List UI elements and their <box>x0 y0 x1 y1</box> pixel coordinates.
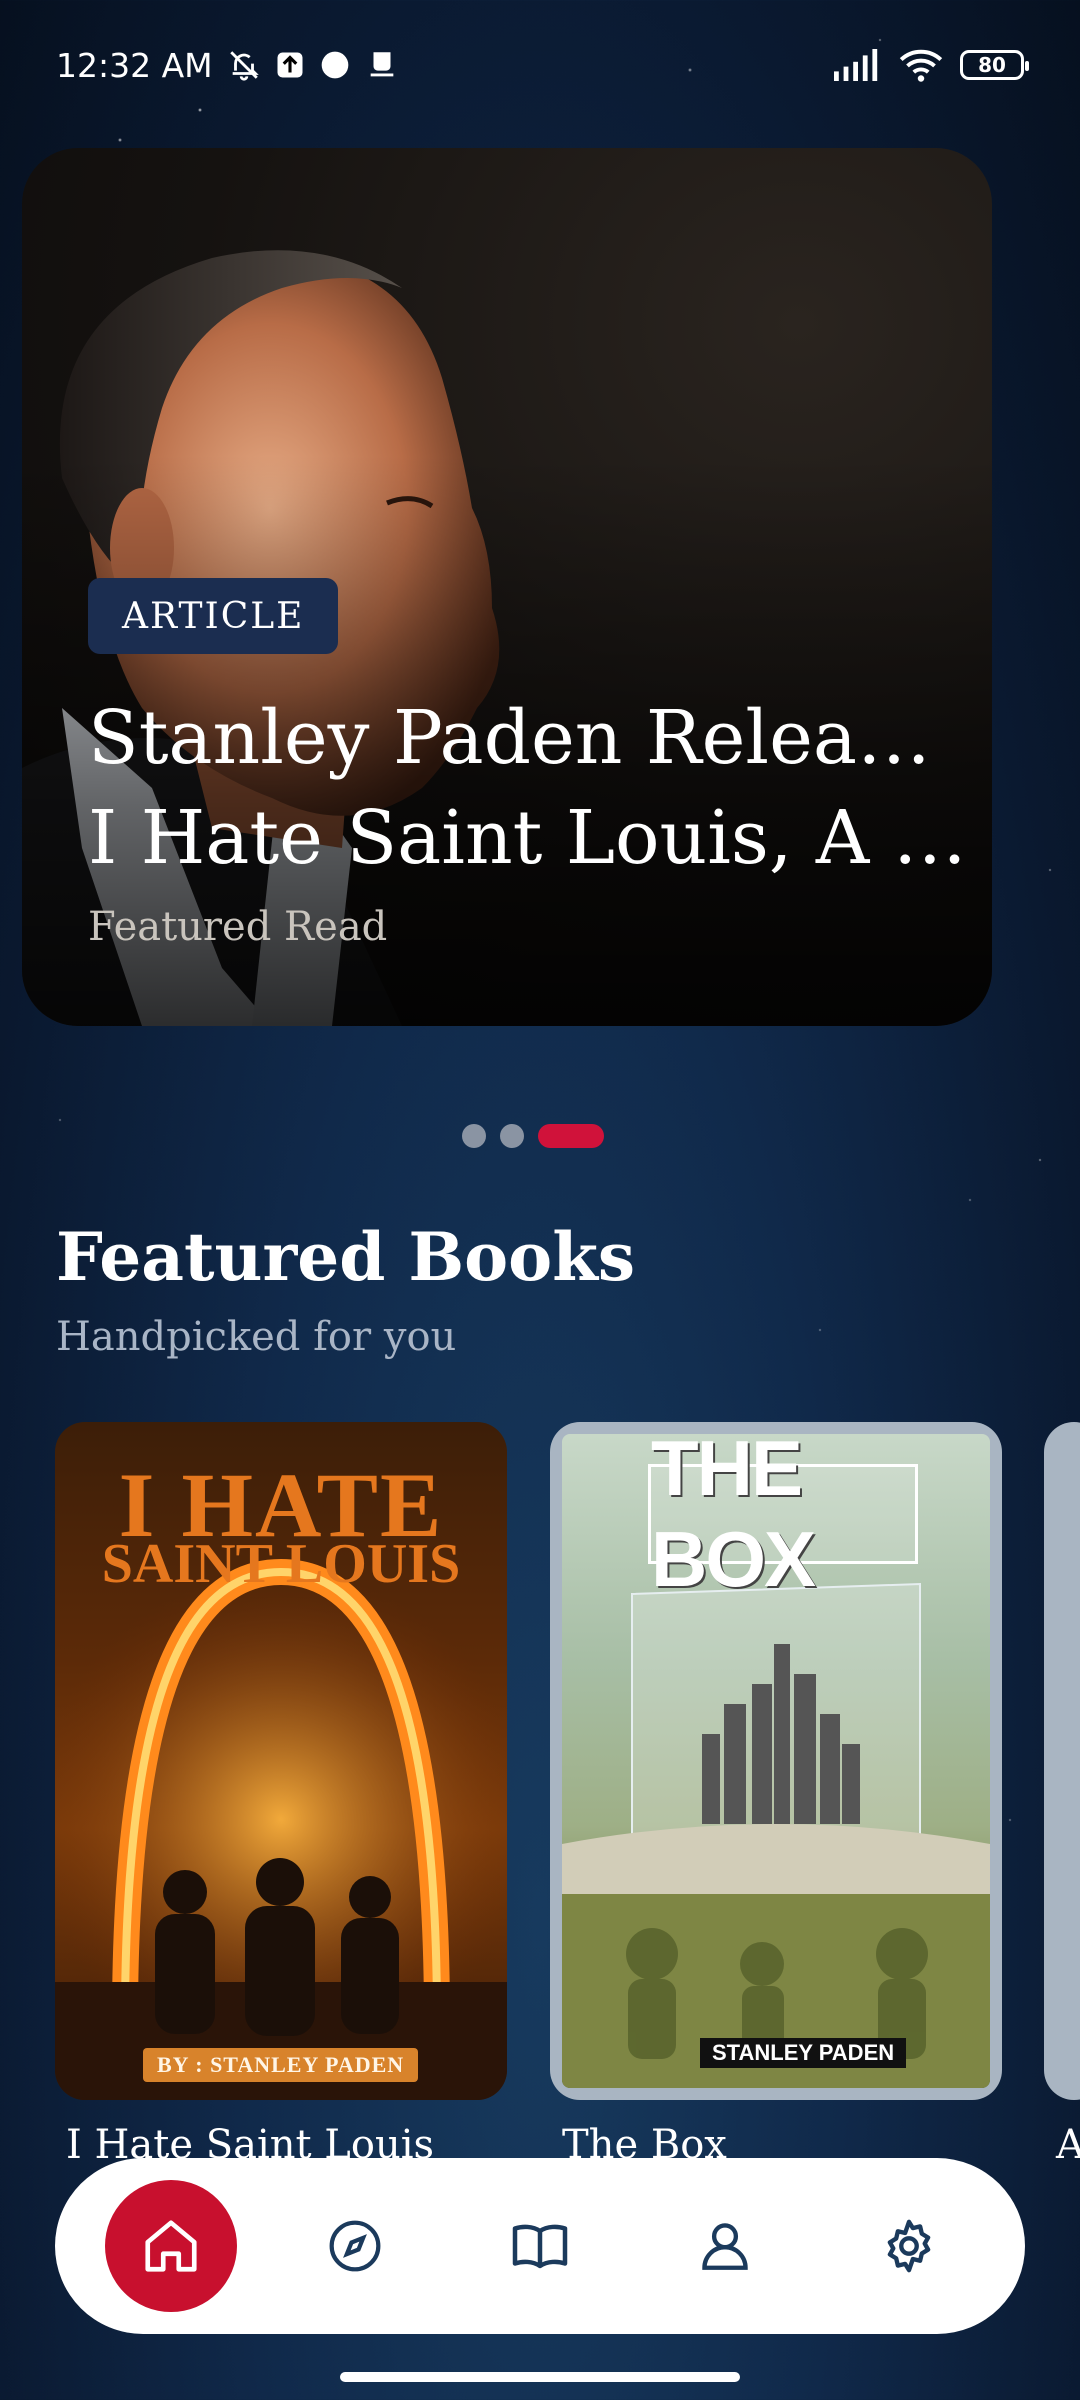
book-cover-image: THE BOX STANLEY PADEN <box>562 1434 990 2088</box>
book-card-i-hate-saint-louis[interactable]: I HATE SAINT LOUIS BY : STANLEY PADEN <box>55 1422 507 2100</box>
circle-icon <box>319 49 351 81</box>
status-left: 12:32 AM <box>56 46 399 85</box>
home-indicator[interactable] <box>340 2372 740 2382</box>
upload-icon <box>275 50 305 80</box>
article-subtitle: Featured Read <box>88 904 388 950</box>
carousel-dot-1[interactable] <box>462 1124 486 1148</box>
book-icon <box>512 2224 568 2269</box>
nav-profile-button[interactable] <box>659 2180 791 2312</box>
book-card-partial[interactable] <box>1044 1422 1080 2100</box>
mute-icon <box>227 48 261 82</box>
compass-icon <box>329 2220 381 2272</box>
signal-icon <box>834 49 882 81</box>
article-badge-label: ARTICLE <box>122 595 305 637</box>
status-bar: 12:32 AM 80 <box>0 0 1080 130</box>
nav-library-button[interactable] <box>474 2180 606 2312</box>
cover-author: BY : STANLEY PADEN <box>143 2048 419 2082</box>
cover-title: THE BOX <box>651 1434 816 1603</box>
battery-icon: 80 <box>960 50 1029 80</box>
nav-settings-button[interactable] <box>843 2180 975 2312</box>
battery-level: 80 <box>978 53 1006 77</box>
cover-title-line-2: SAINT LOUIS <box>101 1533 461 1595</box>
carousel-dot-3-active[interactable] <box>538 1124 604 1148</box>
status-right: 80 <box>834 47 1029 83</box>
article-title-line-1: Stanley Paden Releases <box>88 695 968 781</box>
notification-icon <box>365 48 399 82</box>
gear-icon <box>887 2219 931 2273</box>
nav-home-button[interactable] <box>105 2180 237 2312</box>
book-card-the-box[interactable]: THE BOX STANLEY PADEN <box>550 1422 1002 2100</box>
home-icon <box>145 2220 197 2272</box>
carousel-dot-2[interactable] <box>500 1124 524 1148</box>
status-time: 12:32 AM <box>56 45 213 85</box>
wifi-icon <box>898 47 944 83</box>
user-icon <box>701 2223 748 2270</box>
bottom-navigation <box>55 2158 1025 2334</box>
nav-explore-button[interactable] <box>290 2180 422 2312</box>
article-badge: ARTICLE <box>88 578 339 654</box>
book-cover-image: I HATE SAINT LOUIS BY : STANLEY PADEN <box>55 1422 507 2100</box>
cover-author: STANLEY PADEN <box>700 2038 907 2068</box>
featured-article-card[interactable]: ARTICLE Stanley Paden Releases I Hate Sa… <box>22 148 992 1026</box>
carousel-indicator <box>462 1124 604 1148</box>
cover-title-box: THE BOX <box>648 1434 918 1603</box>
article-title-line-2: I Hate Saint Louis, A Pi... <box>88 795 968 881</box>
book-title[interactable]: A <box>1056 2122 1080 2168</box>
article-title[interactable]: Stanley Paden Releases I Hate Saint Loui… <box>88 688 968 888</box>
section-subtitle: Handpicked for you <box>56 1314 457 1360</box>
section-title: Featured Books <box>56 1218 636 1296</box>
